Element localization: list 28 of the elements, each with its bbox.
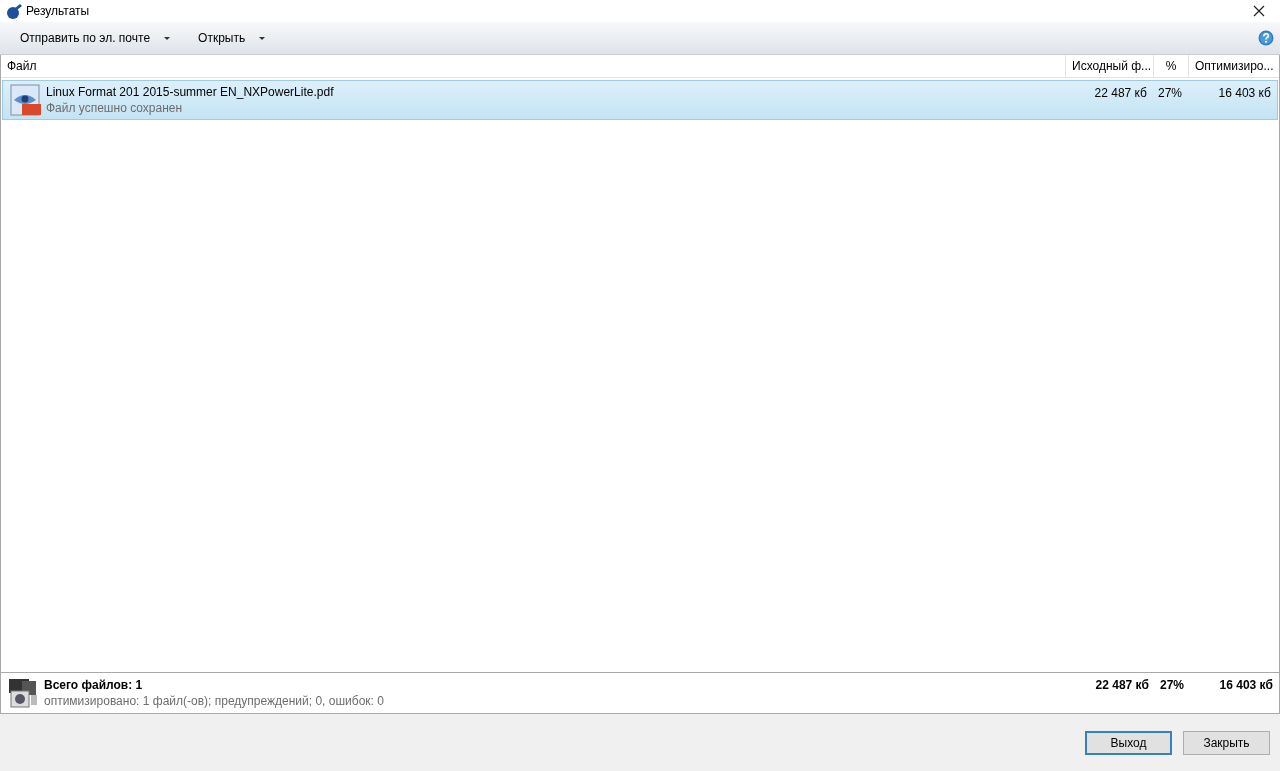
dialog-button[interactable]: Выход xyxy=(1085,730,1172,755)
column-header[interactable]: % xyxy=(1154,55,1189,77)
column-header[interactable]: Файл xyxy=(1,55,1066,77)
toolbar-button[interactable]: Отправить по эл. почте xyxy=(12,26,159,50)
toolbar-button[interactable]: Открыть xyxy=(190,26,254,50)
caret-icon xyxy=(164,36,171,40)
close-icon xyxy=(1253,5,1265,17)
file-name: Linux Format 201 2015-summer EN_NXPowerLite.pdf xyxy=(46,85,334,99)
app-icon xyxy=(6,3,22,19)
caret-icon xyxy=(259,36,266,40)
table-cell: 16 403 кб xyxy=(1218,86,1271,100)
window-title: Результаты xyxy=(26,4,90,18)
summary-value: 16 403 кб xyxy=(1219,678,1273,692)
summary-details: оптимизировано: 1 файл(-ов); предупреждений; 0, ошибок: 0 xyxy=(44,694,384,708)
file-row[interactable]: Linux Format 201 2015-summer EN_NXPowerLite.pdf Файл успешно сохранен 22 487 кб 27% 16 403 кб xyxy=(2,80,1278,120)
documents-icon xyxy=(8,677,40,709)
help-icon xyxy=(1258,30,1274,46)
column-header[interactable]: Оптимизиро... xyxy=(1189,55,1279,77)
dialog-button[interactable]: Закрыть xyxy=(1183,730,1270,755)
summary-value: 22 487 кб xyxy=(1095,678,1149,692)
pdf-file-icon xyxy=(10,84,42,116)
table-cell: 27% xyxy=(1158,86,1182,100)
help-button[interactable] xyxy=(1258,30,1274,46)
table-cell: 22 487 кб xyxy=(1094,86,1147,100)
column-header[interactable]: Исходный ф... xyxy=(1066,55,1154,77)
summary-title: Всего файлов: 1 xyxy=(44,678,144,692)
summary-value: 27% xyxy=(1160,678,1184,692)
file-status: Файл успешно сохранен xyxy=(46,101,184,115)
